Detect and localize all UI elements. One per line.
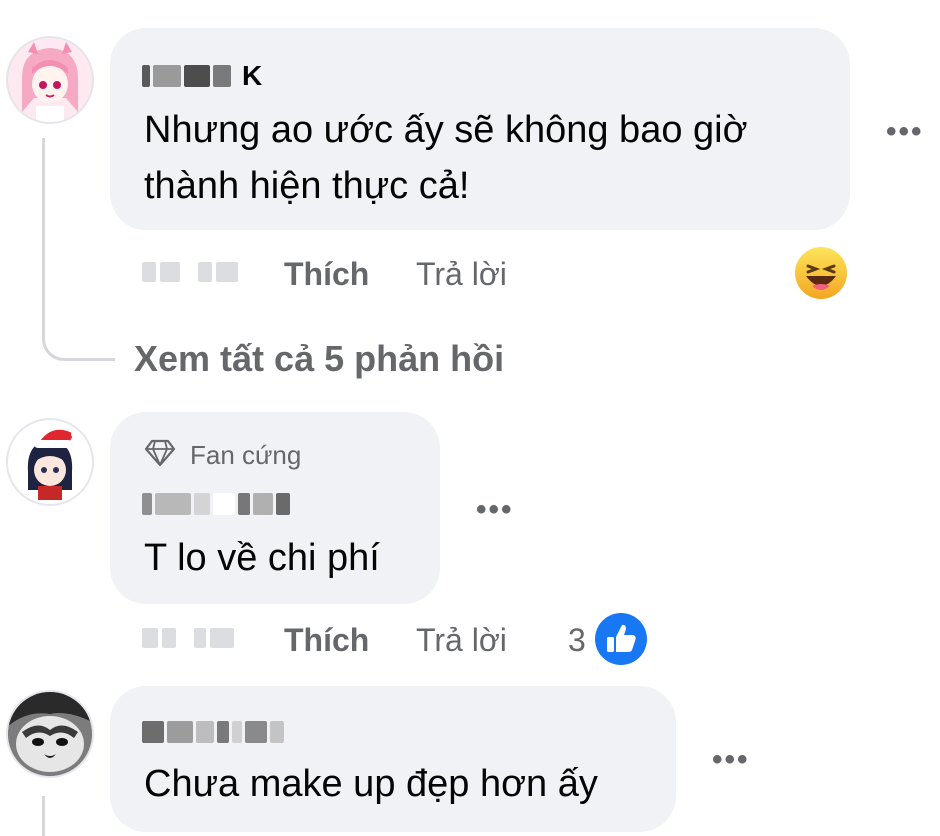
comment-timestamp-blurred[interactable] [142, 628, 234, 648]
reaction-count[interactable]: 3 [568, 622, 586, 659]
more-options-button[interactable]: ••• [712, 745, 750, 775]
comment-text: Chưa make up đẹp hơn ấy [144, 763, 598, 805]
reply-action[interactable]: Trả lời [416, 622, 507, 659]
comment-text-line-1: Nhưng ao ước ấy sẽ không bao giờ [144, 109, 748, 151]
more-options-button[interactable]: ••• [886, 117, 924, 147]
more-options-button[interactable]: ••• [476, 495, 514, 525]
comment-bubble[interactable]: K Nhưng ao ước ấy sẽ không bao giờ thành… [110, 28, 850, 230]
commenter-avatar-santa-hat[interactable] [6, 418, 94, 506]
thread-connector [42, 138, 45, 328]
commenter-name-blurred[interactable] [142, 718, 284, 746]
commenter-name-suffix: K [242, 60, 263, 91]
like-reaction-icon[interactable] [594, 612, 648, 666]
thread-connector [42, 796, 45, 836]
comment-bubble[interactable]: Fan cứng T lo về chi phí [110, 412, 440, 604]
like-action[interactable]: Thích [284, 256, 369, 293]
santa-avatar-icon [8, 420, 92, 504]
reply-action[interactable]: Trả lời [416, 256, 507, 293]
cat-avatar-icon [8, 692, 92, 776]
comment-text: T lo về chi phí [144, 537, 380, 579]
commenter-name-blurred[interactable] [142, 490, 290, 518]
commenter-avatar-cat[interactable] [6, 690, 94, 778]
comment-bubble[interactable]: Chưa make up đẹp hơn ấy [110, 686, 676, 832]
commenter-name-blurred[interactable]: K [142, 60, 263, 91]
comment-timestamp-blurred[interactable] [142, 262, 238, 282]
comment-text-line-2: thành hiện thực cả! [144, 165, 470, 207]
comment-thread: K Nhưng ao ước ấy sẽ không bao giờ thành… [0, 0, 940, 836]
diamond-icon [144, 438, 176, 468]
haha-emoji-icon[interactable] [794, 246, 848, 300]
thread-connector-curve [42, 320, 115, 361]
commenter-avatar-anime-girl[interactable] [6, 36, 94, 124]
like-action[interactable]: Thích [284, 622, 369, 659]
view-all-replies-link[interactable]: Xem tất cả 5 phản hồi [134, 338, 504, 380]
anime-avatar-icon [8, 38, 92, 122]
top-fan-badge-label: Fan cứng [190, 440, 302, 470]
